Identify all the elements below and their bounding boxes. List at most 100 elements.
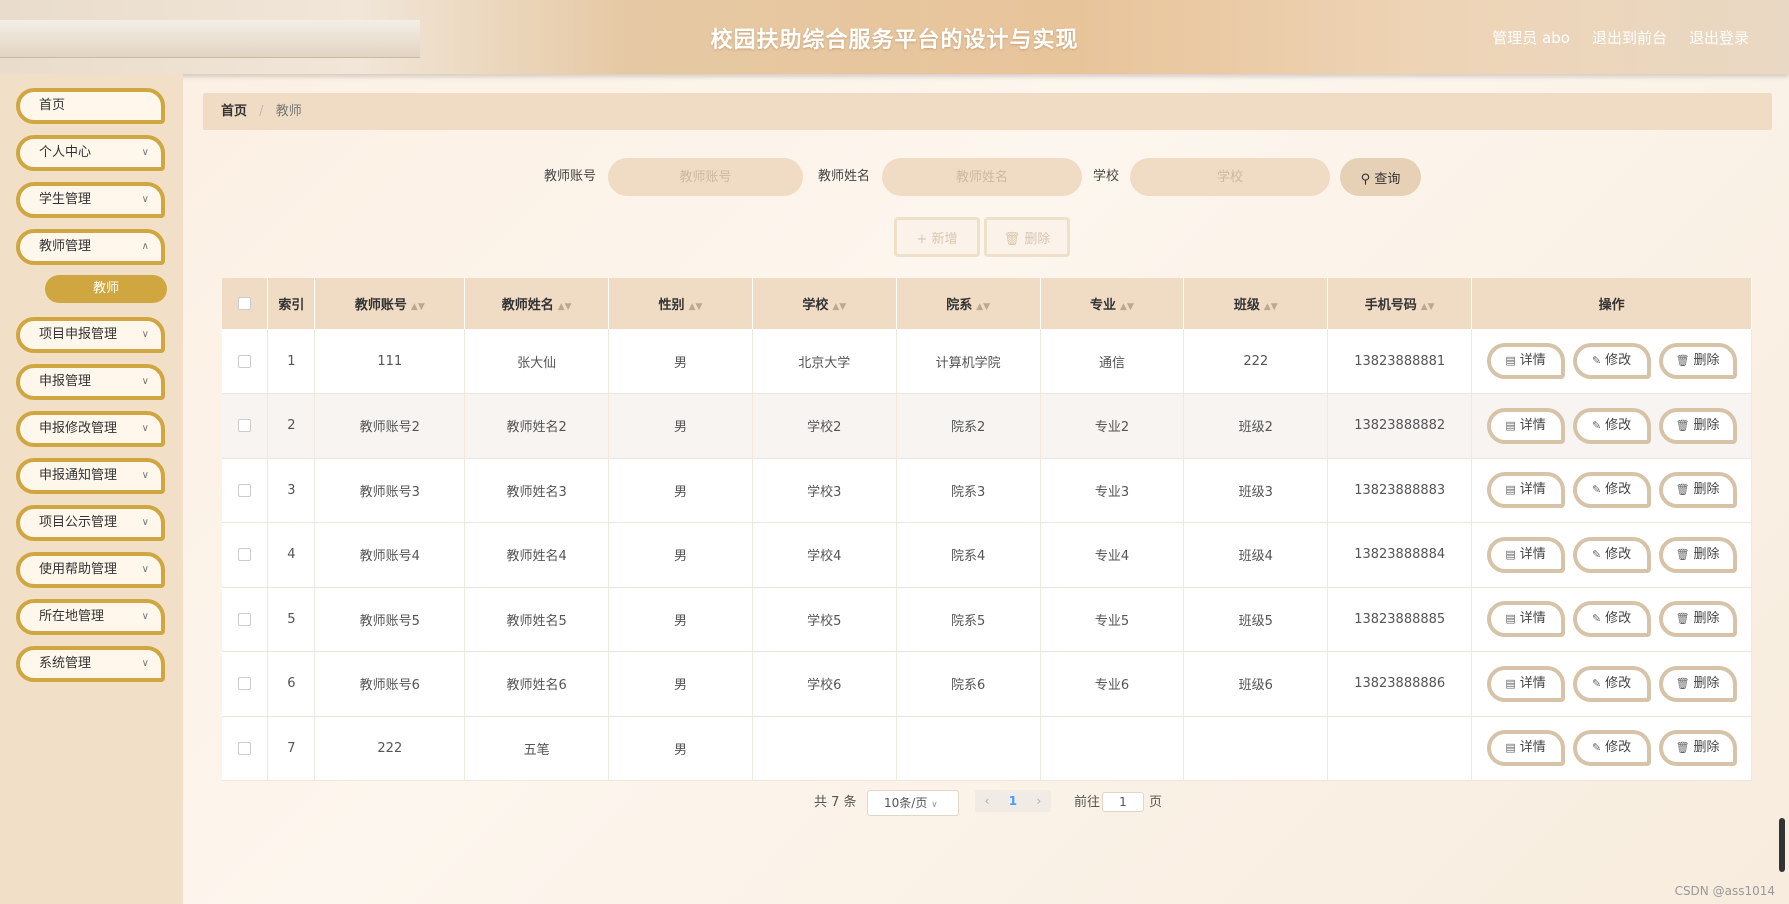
chevron-down-icon: ∨ — [141, 329, 149, 340]
sidebar-item-label: 使用帮助管理 — [39, 562, 118, 577]
cell-dept: 院系4 — [896, 522, 1041, 588]
sidebar-item-location-mgmt[interactable]: 所在地管理 ∨ — [16, 599, 165, 635]
account-search-label: 教师账号 — [544, 169, 597, 184]
col-index: 索引 — [267, 278, 316, 329]
account-search-input[interactable] — [608, 158, 803, 196]
next-page-icon[interactable]: › — [1036, 794, 1041, 808]
sort-icon[interactable]: ▲▼ — [1264, 302, 1278, 312]
sidebar-item-apply-modify-mgmt[interactable]: 申报修改管理 ∨ — [16, 411, 165, 447]
cell-school: 北京大学 — [752, 329, 897, 394]
sort-icon[interactable]: ▲▼ — [689, 302, 703, 312]
goto-page-input[interactable] — [1102, 792, 1144, 812]
edit-button[interactable]: ✎ 修改 — [1572, 665, 1651, 702]
col-phone[interactable]: 手机号码 ▲▼ — [1327, 278, 1473, 329]
watermark: CSDN @ass1014 — [1674, 884, 1775, 898]
sort-icon[interactable]: ▲▼ — [976, 302, 990, 312]
detail-button[interactable]: ▤ 详情 — [1486, 472, 1565, 509]
detail-button[interactable]: ▤ 详情 — [1486, 665, 1565, 702]
edit-button[interactable]: ✎ 修改 — [1572, 343, 1651, 379]
scrollbar[interactable] — [1779, 818, 1785, 872]
edit-button[interactable]: ✎ 修改 — [1572, 730, 1651, 767]
detail-label: 详情 — [1519, 740, 1546, 756]
sidebar-item-label: 学生管理 — [39, 192, 92, 207]
detail-button[interactable]: ▤ 详情 — [1486, 730, 1565, 767]
query-button[interactable]: ⚲ 查询 — [1340, 158, 1421, 196]
col-school[interactable]: 学校 ▲▼ — [752, 278, 897, 329]
sort-icon[interactable]: ▲▼ — [1421, 302, 1435, 312]
breadcrumb: 首页 / 教师 — [203, 93, 1772, 130]
col-account[interactable]: 教师账号 ▲▼ — [314, 278, 466, 329]
col-class[interactable]: 班级 ▲▼ — [1183, 278, 1329, 329]
detail-button[interactable]: ▤ 详情 — [1486, 536, 1565, 573]
sort-icon[interactable]: ▲▼ — [411, 302, 425, 312]
detail-button[interactable]: ▤ 详情 — [1486, 343, 1565, 379]
sidebar-item-project-apply-mgmt[interactable]: 项目申报管理 ∨ — [16, 317, 165, 353]
col-major[interactable]: 专业 ▲▼ — [1040, 278, 1185, 329]
breadcrumb-separator: / — [259, 104, 264, 119]
sidebar-item-student-mgmt[interactable]: 学生管理 ∨ — [16, 182, 165, 218]
sort-icon[interactable]: ▲▼ — [1120, 302, 1134, 312]
sort-icon[interactable]: ▲▼ — [832, 302, 846, 312]
col-gender[interactable]: 性别 ▲▼ — [608, 278, 753, 329]
cell-major: 专业2 — [1040, 393, 1185, 459]
delete-button[interactable]: 🗑 删除 — [1658, 601, 1737, 638]
sidebar-item-personal-center[interactable]: 个人中心 ∨ — [16, 135, 165, 171]
sort-icon[interactable]: ▲▼ — [558, 302, 572, 312]
cell-dept: 院系6 — [896, 651, 1041, 717]
row-checkbox[interactable] — [238, 354, 252, 368]
name-search-input[interactable] — [882, 158, 1082, 196]
row-checkbox[interactable] — [238, 483, 252, 497]
page-size-select[interactable]: 10条/页 ∨ — [867, 790, 959, 816]
edit-button[interactable]: ✎ 修改 — [1572, 407, 1651, 444]
col-dept[interactable]: 院系 ▲▼ — [896, 278, 1041, 329]
sidebar-item-apply-notice-mgmt[interactable]: 申报通知管理 ∨ — [16, 458, 165, 494]
row-checkbox[interactable] — [238, 548, 252, 562]
back-to-front-link[interactable]: 退出到前台 — [1592, 27, 1667, 48]
document-icon: ▤ — [1505, 676, 1516, 690]
detail-button[interactable]: ▤ 详情 — [1486, 601, 1565, 638]
sidebar-item-teacher-mgmt[interactable]: 教师管理 ∧ — [16, 229, 165, 265]
trash-icon: 🗑 — [1675, 354, 1690, 367]
select-all-checkbox[interactable] — [238, 297, 252, 310]
edit-button[interactable]: ✎ 修改 — [1572, 536, 1651, 573]
edit-button[interactable]: ✎ 修改 — [1572, 472, 1651, 509]
batch-delete-button[interactable]: 🗑 删除 — [984, 217, 1070, 257]
cell-major: 通信 — [1040, 329, 1185, 394]
school-search-input[interactable] — [1130, 158, 1330, 196]
prev-page-icon[interactable]: ‹ — [985, 794, 990, 808]
delete-button[interactable]: 🗑 删除 — [1658, 472, 1737, 509]
top-header: 校园扶助综合服务平台的设计与实现 管理员 abo 退出到前台 退出登录 — [0, 0, 1789, 74]
row-checkbox[interactable] — [238, 677, 252, 691]
sidebar-item-home[interactable]: 首页 — [16, 88, 165, 124]
edit-button[interactable]: ✎ 修改 — [1572, 601, 1651, 638]
breadcrumb-home[interactable]: 首页 — [221, 104, 247, 119]
delete-button[interactable]: 🗑 删除 — [1658, 343, 1737, 379]
col-label: 性别 — [658, 298, 685, 313]
cell-idx: 1 — [267, 329, 316, 394]
edit-icon: ✎ — [1591, 612, 1602, 626]
sidebar-item-project-public-mgmt[interactable]: 项目公示管理 ∨ — [16, 505, 165, 541]
logout-link[interactable]: 退出登录 — [1689, 27, 1749, 48]
detail-button[interactable]: ▤ 详情 — [1486, 407, 1565, 444]
col-name[interactable]: 教师姓名 ▲▼ — [464, 278, 610, 329]
cell-account: 教师账号6 — [314, 651, 466, 717]
cell-phone: 13823888881 — [1327, 329, 1473, 394]
add-button[interactable]: + 新增 — [894, 217, 980, 257]
row-checkbox[interactable] — [238, 741, 252, 755]
sidebar-item-help-mgmt[interactable]: 使用帮助管理 ∨ — [16, 552, 165, 588]
page-number[interactable]: 1 — [1009, 794, 1017, 808]
delete-button[interactable]: 🗑 删除 — [1658, 407, 1737, 444]
delete-button[interactable]: 🗑 删除 — [1658, 665, 1737, 702]
sidebar-item-system-mgmt[interactable]: 系统管理 ∨ — [16, 646, 165, 682]
sidebar-item-apply-mgmt[interactable]: 申报管理 ∨ — [16, 364, 165, 400]
row-checkbox[interactable] — [238, 419, 252, 433]
sidebar-subitem-teacher[interactable]: 教师 — [45, 275, 167, 303]
cell-gender: 男 — [608, 716, 753, 781]
cell-account: 教师账号2 — [314, 393, 466, 459]
cell-actions: ▤ 详情 ✎ 修改 🗑 删除 — [1471, 587, 1752, 652]
detail-label: 详情 — [1519, 417, 1546, 433]
delete-button[interactable]: 🗑 删除 — [1658, 730, 1737, 767]
row-checkbox[interactable] — [238, 612, 252, 626]
delete-button[interactable]: 🗑 删除 — [1658, 536, 1737, 573]
cell-name: 教师姓名3 — [464, 458, 610, 523]
